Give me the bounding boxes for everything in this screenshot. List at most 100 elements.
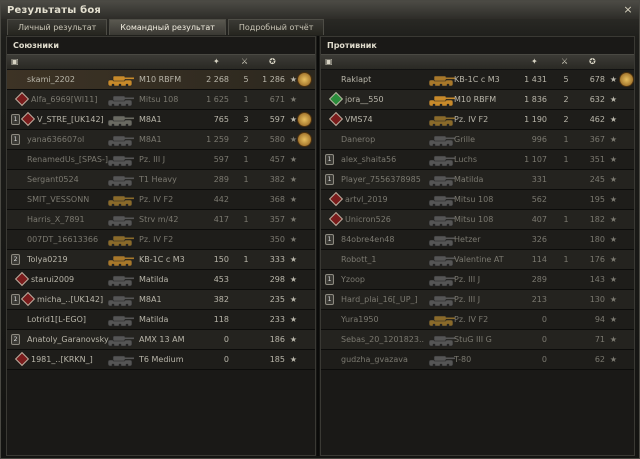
- player-row[interactable]: gudzha_gvazava T-80 0 62 ★: [321, 350, 634, 370]
- enemies-panel: Противник ▣ ✦ ⚔ ✪ Raklapt KB-1C c M3 1 431 5 67…: [320, 36, 635, 456]
- star-icon: ★: [609, 255, 618, 264]
- vehicle-name: Mitsu 108: [454, 215, 494, 224]
- vehicle-name: KB-1C c M3: [454, 75, 500, 84]
- panel-divider: [317, 36, 319, 456]
- achievement-badge-icon: [328, 91, 344, 107]
- tab-detailed[interactable]: Подробный отчёт: [227, 19, 325, 35]
- tank-icon: [105, 292, 135, 308]
- enemies-list: Raklapt KB-1C c M3 1 431 5 678 ★ jora__550 M10 …: [321, 70, 634, 370]
- vehicle-name: Pz. III J: [139, 155, 166, 164]
- player-row[interactable]: SMIT_VESSONN Pz. IV F2 442 368 ★: [7, 190, 315, 210]
- player-row[interactable]: Unicron526 Mitsu 108 407 1 182 ★: [321, 210, 634, 230]
- player-row[interactable]: Harris_X_7891 Strv m/42 417 1 357 ★: [7, 210, 315, 230]
- star-icon: ★: [609, 195, 618, 204]
- damage-value: 118: [213, 315, 229, 324]
- player-row[interactable]: Yura1950 Pz. IV F2 0 94 ★: [321, 310, 634, 330]
- player-name: skami_2202: [27, 75, 75, 84]
- player-name: artvl_2019: [345, 195, 388, 204]
- player-row[interactable]: 1 Yzoop Pz. III J 289 143 ★: [321, 270, 634, 290]
- xp-value: 195: [589, 195, 605, 204]
- allies-title: Союзники: [13, 41, 59, 50]
- player-row[interactable]: Raklapt KB-1C c M3 1 431 5 678 ★: [321, 70, 634, 90]
- player-row[interactable]: 2 Anatoly_Garanovsky AMX 13 AM 0 186 ★: [7, 330, 315, 350]
- player-row[interactable]: 1 84obre4en48 Hetzer 326 180 ★: [321, 230, 634, 250]
- player-row[interactable]: 1 alex_shaita56 Luchs 1 107 1 351 ★: [321, 150, 634, 170]
- vehicle-name: Strv m/42: [139, 215, 179, 224]
- player-row[interactable]: 1981_..[KRKN_] T6 Medium 0 185 ★: [7, 350, 315, 370]
- frags-value: 1: [243, 155, 249, 164]
- vehicle-name: Hetzer: [454, 235, 481, 244]
- player-row[interactable]: skami_2202 M10 RBFM 2 268 5 1 286 ★: [7, 70, 315, 90]
- allies-header: ▣ ✦ ⚔ ✪: [7, 54, 315, 70]
- player-row[interactable]: Danerop Grille 996 1 367 ★: [321, 130, 634, 150]
- player-name: yana636607ol: [27, 135, 85, 144]
- xp-value: 94: [594, 315, 605, 324]
- player-row[interactable]: Lotrid1[L-EGO] Matilda 118 233 ★: [7, 310, 315, 330]
- tab-team[interactable]: Командный результат: [109, 19, 226, 35]
- vehicle-name: Mitsu 108: [454, 195, 494, 204]
- player-row[interactable]: artvl_2019 Mitsu 108 562 195 ★: [321, 190, 634, 210]
- star-icon: ★: [609, 335, 618, 344]
- player-name: VMS74: [345, 115, 373, 124]
- tank-icon: [105, 172, 135, 188]
- vehicle-name: Pz. IV F2: [139, 195, 174, 204]
- player-row[interactable]: RenamedUs_[SPAS-] Pz. III J 597 1 457 ★: [7, 150, 315, 170]
- player-row[interactable]: 1 V_STRE_[UK142] M8A1 765 3 597 ★: [7, 110, 315, 130]
- allies-list: skami_2202 M10 RBFM 2 268 5 1 286 ★ Alfa_6969[…: [7, 70, 315, 370]
- player-row[interactable]: 1 micha_..[UK142] M8A1 382 235 ★: [7, 290, 315, 310]
- title-bar: Результаты боя ×: [1, 1, 639, 19]
- damage-value: 0: [541, 315, 547, 324]
- player-row[interactable]: Robott_1 Valentine AT 114 1 176 ★: [321, 250, 634, 270]
- star-icon: ★: [289, 195, 298, 204]
- player-row[interactable]: Sergant0524 T1 Heavy 289 1 382 ★: [7, 170, 315, 190]
- frags-value: 1: [563, 255, 569, 264]
- xp-value: 632: [589, 95, 605, 104]
- xp-value: 245: [589, 175, 605, 184]
- player-row[interactable]: 1 Player_7556378985 Matilda 331 245 ★: [321, 170, 634, 190]
- achievement-badge-icon: [20, 111, 36, 127]
- tank-icon: [105, 232, 135, 248]
- player-row[interactable]: starui2009 Matilda 453 298 ★: [7, 270, 315, 290]
- player-row[interactable]: Sebas_20_1201823.. StuG III G 0 71 ★: [321, 330, 634, 350]
- damage-icon: ✦: [531, 57, 538, 66]
- vehicle-name: Matilda: [139, 315, 169, 324]
- player-row[interactable]: 007DT_16613366 Pz. IV F2 350 ★: [7, 230, 315, 250]
- vehicle-name: T-80: [454, 355, 472, 364]
- damage-value: 382: [213, 295, 229, 304]
- damage-value: 2 268: [206, 75, 229, 84]
- xp-icon: ✪: [269, 57, 276, 66]
- star-icon: ★: [609, 175, 618, 184]
- xp-value: 233: [269, 315, 285, 324]
- player-name: Sergant0524: [27, 175, 79, 184]
- player-name: Anatoly_Garanovsky: [27, 335, 109, 344]
- frags-value: 3: [243, 115, 249, 124]
- star-icon: ★: [609, 75, 618, 84]
- xp-value: 368: [269, 195, 285, 204]
- frags-value: 1: [243, 255, 249, 264]
- player-row[interactable]: 1 Hard_plai_16[_UP_] Pz. III J 213 130 ★: [321, 290, 634, 310]
- tank-icon: [426, 252, 456, 268]
- xp-value: 350: [269, 235, 285, 244]
- player-row[interactable]: 1 yana636607ol M8A1 1 259 2 580 ★: [7, 130, 315, 150]
- medal-icon: [297, 72, 312, 87]
- player-row[interactable]: VMS74 Pz. IV F2 1 190 2 462 ★: [321, 110, 634, 130]
- close-button[interactable]: ×: [622, 4, 634, 16]
- star-icon: ★: [289, 255, 298, 264]
- xp-value: 143: [589, 275, 605, 284]
- player-row[interactable]: Alfa_6969[WI11] Mitsu 108 1 625 1 671 ★: [7, 90, 315, 110]
- damage-value: 0: [223, 355, 229, 364]
- player-row[interactable]: 2 Tolya0219 KB-1C c M3 150 1 333 ★: [7, 250, 315, 270]
- battle-results-window: Результаты боя × Личный результат Команд…: [0, 0, 640, 459]
- frags-value: 1: [563, 135, 569, 144]
- tank-icon: [105, 192, 135, 208]
- tank-icon: [105, 252, 135, 268]
- star-icon: ★: [609, 215, 618, 224]
- star-icon: ★: [289, 315, 298, 324]
- player-row[interactable]: jora__550 M10 RBFM 1 836 2 632 ★: [321, 90, 634, 110]
- damage-value: 407: [531, 215, 547, 224]
- tab-personal[interactable]: Личный результат: [7, 19, 108, 35]
- player-name: V_STRE_[UK142]: [37, 115, 104, 124]
- player-name: starui2009: [31, 275, 75, 284]
- xp-value: 182: [589, 215, 605, 224]
- frags-value: 2: [563, 115, 569, 124]
